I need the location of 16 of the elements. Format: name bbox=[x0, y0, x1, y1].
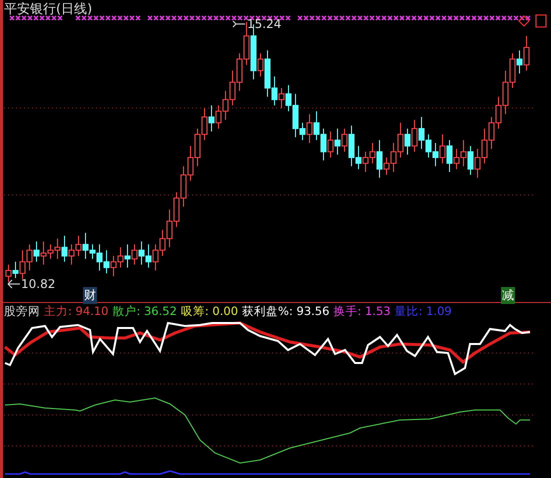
indicator-name: 股旁网 bbox=[4, 304, 40, 319]
pointer-arrow-icon bbox=[8, 280, 20, 288]
indicator-value: 量比: 1.09 bbox=[394, 304, 452, 319]
indicator-value: 主力: 94.10 bbox=[44, 304, 108, 319]
pointer-arrow-icon bbox=[232, 20, 246, 28]
indicator-value: 吸筹: 0.00 bbox=[180, 304, 238, 319]
event-marker[interactable]: 财 bbox=[83, 287, 97, 304]
square-icon[interactable] bbox=[536, 14, 546, 28]
diamond-icon[interactable] bbox=[518, 15, 530, 27]
indicator-value: 获利盘%: 93.56 bbox=[242, 304, 330, 319]
chart-title: 平安银行(日线) bbox=[4, 1, 92, 18]
high-price-label: 15.24 bbox=[247, 17, 282, 31]
event-marker[interactable]: 减 bbox=[501, 287, 515, 304]
low-price-label: 10.82 bbox=[21, 277, 56, 291]
indicator-value: 换手: 1.53 bbox=[333, 304, 391, 319]
indicator-value: 散户: 36.52 bbox=[112, 304, 177, 319]
